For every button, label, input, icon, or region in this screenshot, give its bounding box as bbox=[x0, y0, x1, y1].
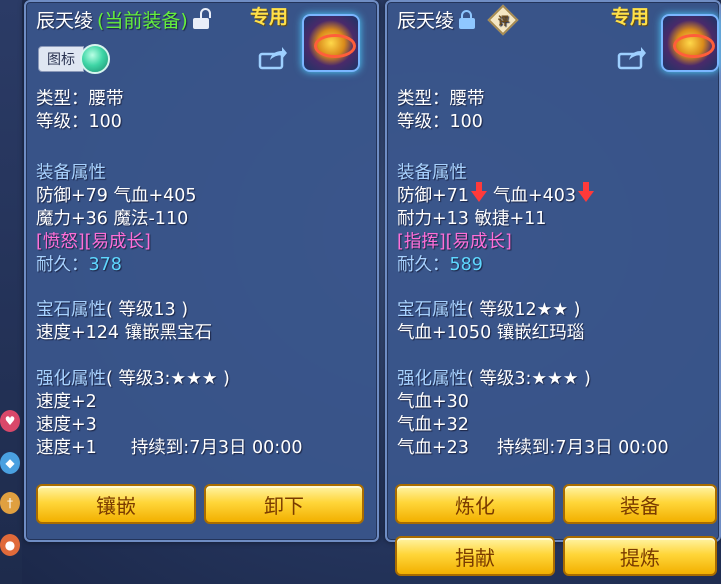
equipment-attributes: 装备属性 防御+71 气血+403 耐力+13 敏捷+11 [指挥][易成长] 耐… bbox=[397, 162, 596, 277]
gem-line: 气血+1050 镶嵌红玛瑙 bbox=[397, 323, 585, 343]
belt-item-icon bbox=[302, 14, 360, 72]
enhance-header: 强化属性 bbox=[36, 369, 106, 389]
enhance-header: 强化属性 bbox=[397, 369, 467, 389]
compare-equipment-panel: 辰天绫 评 专用 类型：腰带 等级：100 装备属性 防御+71 气血+403 耐… bbox=[385, 0, 721, 576]
item-name: 辰天绫 bbox=[397, 10, 455, 32]
equip-button[interactable]: 装备 bbox=[563, 484, 717, 524]
attr-line: 魔力+36 魔法-110 bbox=[36, 209, 189, 229]
equipment-attributes: 装备属性 防御+79 气血+405 魔力+36 魔法-110 [愤怒][易成长]… bbox=[36, 162, 197, 277]
boot-icon[interactable]: ● bbox=[0, 534, 20, 556]
basic-info: 类型：腰带 等级：100 bbox=[397, 88, 485, 134]
inlay-button[interactable]: 镶嵌 bbox=[36, 484, 196, 524]
durability-label: 耐久： bbox=[36, 255, 89, 275]
attr-header: 装备属性 bbox=[397, 163, 467, 183]
durability-line: 耐久：589 bbox=[397, 254, 596, 277]
unequip-button[interactable]: 卸下 bbox=[204, 484, 364, 524]
decrease-arrow-icon bbox=[578, 181, 595, 202]
current-equipment-panel: 辰天绫 (当前装备) 专用 图标 类型：腰带 等级：100 装备属性 防御+79 … bbox=[24, 0, 379, 542]
heart-icon[interactable]: ♥ bbox=[0, 410, 20, 432]
attr-line: 防御+71 气血+403 bbox=[397, 181, 596, 208]
icon-toggle[interactable]: 图标 bbox=[38, 44, 110, 74]
enhance-attributes: 强化属性( 等级3:★★★ ) 气血+30 气血+32 气血+23 持续到:7月3… bbox=[397, 368, 669, 460]
gem-header: 宝石属性 bbox=[36, 300, 106, 320]
enhance-line: 气血+32 bbox=[397, 415, 469, 435]
level-line: 等级：100 bbox=[397, 112, 483, 132]
lock-icon[interactable] bbox=[458, 9, 476, 30]
enhance-level: ( 等级3:★★★ ) bbox=[106, 369, 230, 389]
item-title: 辰天绫 (当前装备) bbox=[36, 6, 211, 33]
item-name: 辰天绫 bbox=[36, 10, 94, 32]
type-line: 类型：腰带 bbox=[36, 89, 124, 109]
enhance-attributes: 强化属性( 等级3:★★★ ) 速度+2 速度+3 速度+1 持续到:7月3日 0… bbox=[36, 368, 302, 460]
extract-button[interactable]: 提炼 bbox=[563, 536, 717, 576]
share-icon[interactable] bbox=[258, 46, 288, 70]
durability-value: 378 bbox=[88, 255, 122, 275]
gem-level: ( 等级13 ) bbox=[106, 300, 189, 320]
sword-icon[interactable]: † bbox=[0, 492, 20, 514]
special-effects: [指挥][易成长] bbox=[397, 232, 512, 252]
exclusive-label: 专用 bbox=[250, 6, 289, 28]
enhance-line: 气血+23 持续到:7月3日 00:00 bbox=[397, 438, 669, 458]
item-title: 辰天绫 评 bbox=[397, 3, 519, 36]
basic-info: 类型：腰带 等级：100 bbox=[36, 88, 124, 134]
share-icon[interactable] bbox=[617, 46, 647, 70]
duration: 持续到:7月3日 00:00 bbox=[496, 438, 669, 458]
side-bar-background: ♥ ◆ † ● bbox=[0, 0, 22, 584]
gem-attributes: 宝石属性( 等级13 ) 速度+124 镶嵌黑宝石 bbox=[36, 299, 212, 345]
toggle-knob[interactable] bbox=[80, 44, 110, 74]
gem-line: 速度+124 镶嵌黑宝石 bbox=[36, 323, 213, 343]
donate-button[interactable]: 捐献 bbox=[395, 536, 555, 576]
belt-item-icon bbox=[661, 14, 719, 72]
special-effects: [愤怒][易成长] bbox=[36, 232, 151, 252]
enhance-level: ( 等级3:★★★ ) bbox=[467, 369, 591, 389]
attr-header: 装备属性 bbox=[36, 163, 106, 183]
duration: 持续到:7月3日 00:00 bbox=[130, 438, 303, 458]
enhance-line: 速度+2 bbox=[36, 392, 97, 412]
type-line: 类型：腰带 bbox=[397, 89, 485, 109]
gem-attributes: 宝石属性( 等级12★★ ) 气血+1050 镶嵌红玛瑙 bbox=[397, 299, 584, 345]
level-line: 等级：100 bbox=[36, 112, 122, 132]
exclusive-label: 专用 bbox=[611, 6, 650, 28]
durability-label: 耐久： bbox=[397, 255, 450, 275]
refine-button[interactable]: 炼化 bbox=[395, 484, 555, 524]
durability-value: 589 bbox=[449, 255, 483, 275]
decrease-arrow-icon bbox=[470, 181, 487, 202]
icon-toggle-label: 图标 bbox=[38, 46, 84, 72]
shield-icon[interactable]: ◆ bbox=[0, 452, 20, 474]
gem-level: ( 等级12★★ ) bbox=[467, 300, 581, 320]
gem-header: 宝石属性 bbox=[397, 300, 467, 320]
enhance-line: 气血+30 bbox=[397, 392, 469, 412]
rating-badge[interactable]: 评 bbox=[487, 3, 519, 36]
durability-line: 耐久：378 bbox=[36, 254, 197, 277]
enhance-line: 速度+3 bbox=[36, 415, 97, 435]
attr-line: 耐力+13 敏捷+11 bbox=[397, 209, 547, 229]
current-equipped-tag: (当前装备) bbox=[97, 10, 188, 32]
attr-line: 防御+79 气血+405 bbox=[36, 186, 197, 206]
enhance-line: 速度+1 持续到:7月3日 00:00 bbox=[36, 438, 303, 458]
unlock-icon[interactable] bbox=[192, 7, 211, 30]
